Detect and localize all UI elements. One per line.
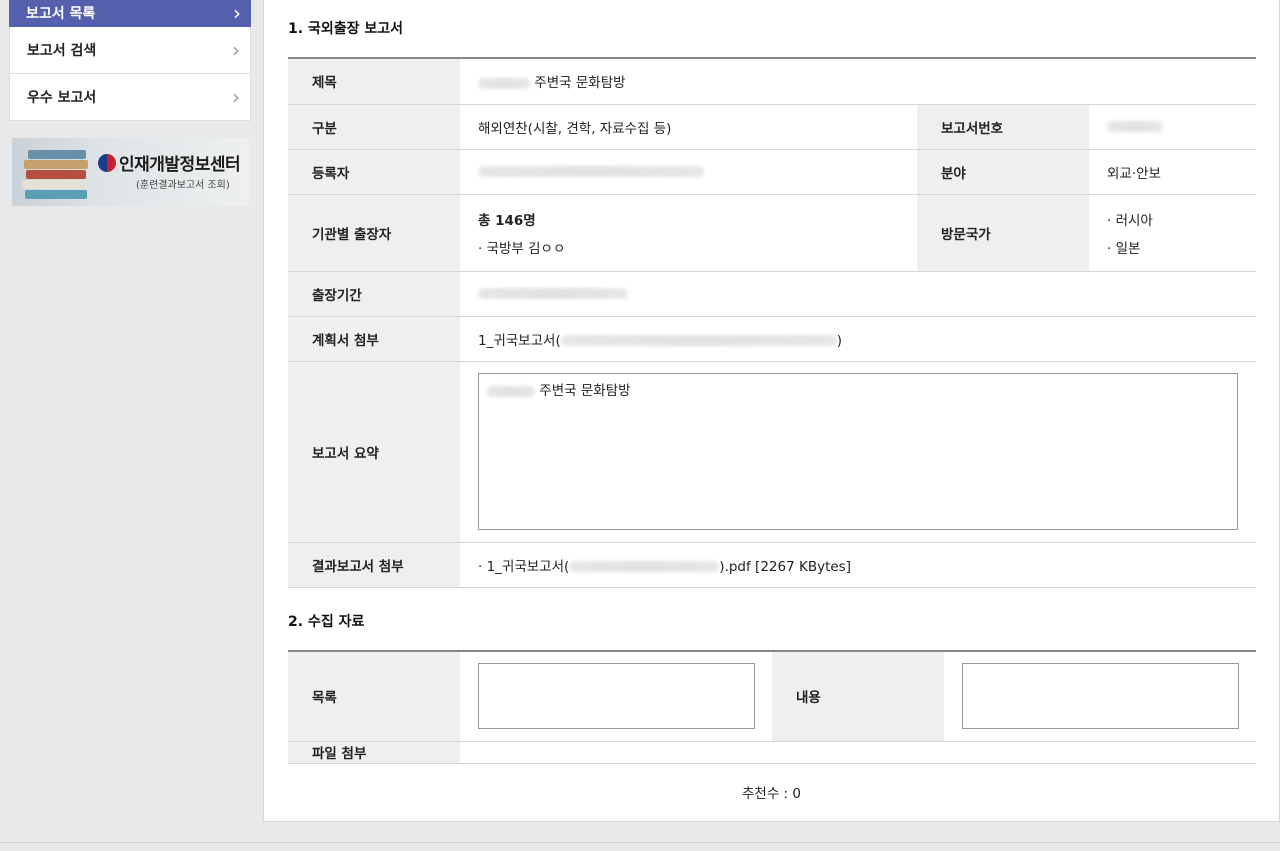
category-value: 해외연찬(시찰, 견학, 자료수집 등) xyxy=(460,104,917,150)
registrant-label: 등록자 xyxy=(288,149,460,195)
redacted-text xyxy=(478,77,530,89)
summary-label: 보고서 요약 xyxy=(288,361,460,543)
chevron-right-icon: › xyxy=(233,1,241,25)
redacted-text xyxy=(569,561,720,572)
taegeuk-emblem-icon xyxy=(98,154,116,172)
sidebar-item-excellent-report[interactable]: 우수 보고서 › xyxy=(9,74,251,121)
countries-value: · 러시아 · 일본 xyxy=(1089,194,1256,272)
table-row: 계획서 첨부 1_귀국보고서() xyxy=(288,316,1256,362)
report-number-value xyxy=(1089,104,1256,150)
recommend-count: 추천수 : 0 xyxy=(742,786,801,802)
summary-textarea[interactable]: 주변국 문화탐방 xyxy=(478,373,1238,530)
table-row: 출장기간 xyxy=(288,271,1256,317)
field-label: 분야 xyxy=(917,149,1089,195)
country-item: · 일본 xyxy=(1107,240,1141,257)
field-value: 외교·안보 xyxy=(1089,149,1256,195)
summary-cell: 주변국 문화탐방 xyxy=(460,361,1256,543)
travelers-detail: · 국방부 김ㅇㅇ xyxy=(478,240,566,257)
sidebar-item-label: 보고서 검색 xyxy=(27,43,97,59)
content-box[interactable] xyxy=(962,663,1239,730)
chevron-right-icon: › xyxy=(232,38,240,62)
table-row: 목록 내용 xyxy=(288,651,1256,742)
redacted-text xyxy=(478,166,704,177)
report-detail-panel: 1. 국외출장 보고서 제목 주변국 문화탐방 구분 해외연찬(시찰, 견학, … xyxy=(263,0,1280,822)
page-bottom-divider xyxy=(0,842,1280,843)
plan-attachment-label: 계획서 첨부 xyxy=(288,316,460,362)
category-label: 구분 xyxy=(288,104,460,150)
redacted-text xyxy=(560,335,837,346)
banner-title: 인재개발정보센터 xyxy=(119,155,241,175)
report-number-label: 보고서번호 xyxy=(917,104,1089,150)
list-label: 목록 xyxy=(288,651,460,742)
banner-subtitle: (훈련결과보고서 조회) xyxy=(136,180,230,191)
section-title-overseas-report: 1. 국외출장 보고서 xyxy=(288,21,403,37)
table-row: 기관별 출장자 총 146명 · 국방부 김ㅇㅇ 방문국가 · 러시아 · 일본 xyxy=(288,194,1256,272)
chevron-right-icon: › xyxy=(232,85,240,109)
redacted-text xyxy=(1107,121,1163,132)
sidebar-item-report-list[interactable]: 보고서 목록 › xyxy=(9,0,251,27)
content-label: 내용 xyxy=(772,651,944,742)
period-label: 출장기간 xyxy=(288,271,460,317)
file-attachment-label: 파일 첨부 xyxy=(288,741,460,764)
result-attachment-value: · 1_귀국보고서().pdf [2267 KBytes] xyxy=(460,542,1256,588)
registrant-value xyxy=(460,149,917,195)
country-item: · 러시아 xyxy=(1107,212,1153,229)
result-attachment-link[interactable]: · 1_귀국보고서().pdf xyxy=(478,559,755,575)
travelers-value: 총 146명 · 국방부 김ㅇㅇ xyxy=(460,194,917,272)
title-value: 주변국 문화탐방 xyxy=(460,58,1256,105)
list-box[interactable] xyxy=(478,663,755,730)
result-attachment-label: 결과보고서 첨부 xyxy=(288,542,460,588)
period-value xyxy=(460,271,1256,317)
table-row: 파일 첨부 xyxy=(288,741,1256,764)
redacted-text xyxy=(487,385,535,397)
table-row: 제목 주변국 문화탐방 xyxy=(288,58,1256,105)
file-size: [2267 KBytes] xyxy=(755,558,851,575)
redacted-text xyxy=(478,288,628,299)
section-title-collected-materials: 2. 수집 자료 xyxy=(288,614,365,630)
content-cell xyxy=(944,651,1256,742)
file-attachment-value xyxy=(460,741,1256,764)
countries-label: 방문국가 xyxy=(917,194,1089,272)
sidebar: 보고서 목록 › 보고서 검색 › 우수 보고서 › xyxy=(9,0,251,121)
hrd-info-center-banner[interactable]: 인재개발정보센터 (훈련결과보고서 조회) xyxy=(12,138,249,206)
collected-materials-table: 목록 내용 파일 첨부 xyxy=(288,650,1256,764)
table-row: 결과보고서 첨부 · 1_귀국보고서().pdf [2267 KBytes] xyxy=(288,542,1256,588)
sidebar-item-report-search[interactable]: 보고서 검색 › xyxy=(9,27,251,74)
travelers-total: 총 146명 xyxy=(478,212,536,229)
sidebar-item-label: 우수 보고서 xyxy=(27,90,97,106)
table-row: 등록자 분야 외교·안보 xyxy=(288,149,1256,195)
travelers-label: 기관별 출장자 xyxy=(288,194,460,272)
title-label: 제목 xyxy=(288,58,460,105)
table-row: 보고서 요약 주변국 문화탐방 xyxy=(288,361,1256,543)
books-illustration xyxy=(22,146,92,202)
plan-attachment-value[interactable]: 1_귀국보고서() xyxy=(460,316,1256,362)
sidebar-item-label: 보고서 목록 xyxy=(26,6,96,22)
report-info-table: 제목 주변국 문화탐방 구분 해외연찬(시찰, 견학, 자료수집 등) 보고서번… xyxy=(288,57,1256,588)
list-cell xyxy=(460,651,772,742)
table-row: 구분 해외연찬(시찰, 견학, 자료수집 등) 보고서번호 xyxy=(288,104,1256,150)
